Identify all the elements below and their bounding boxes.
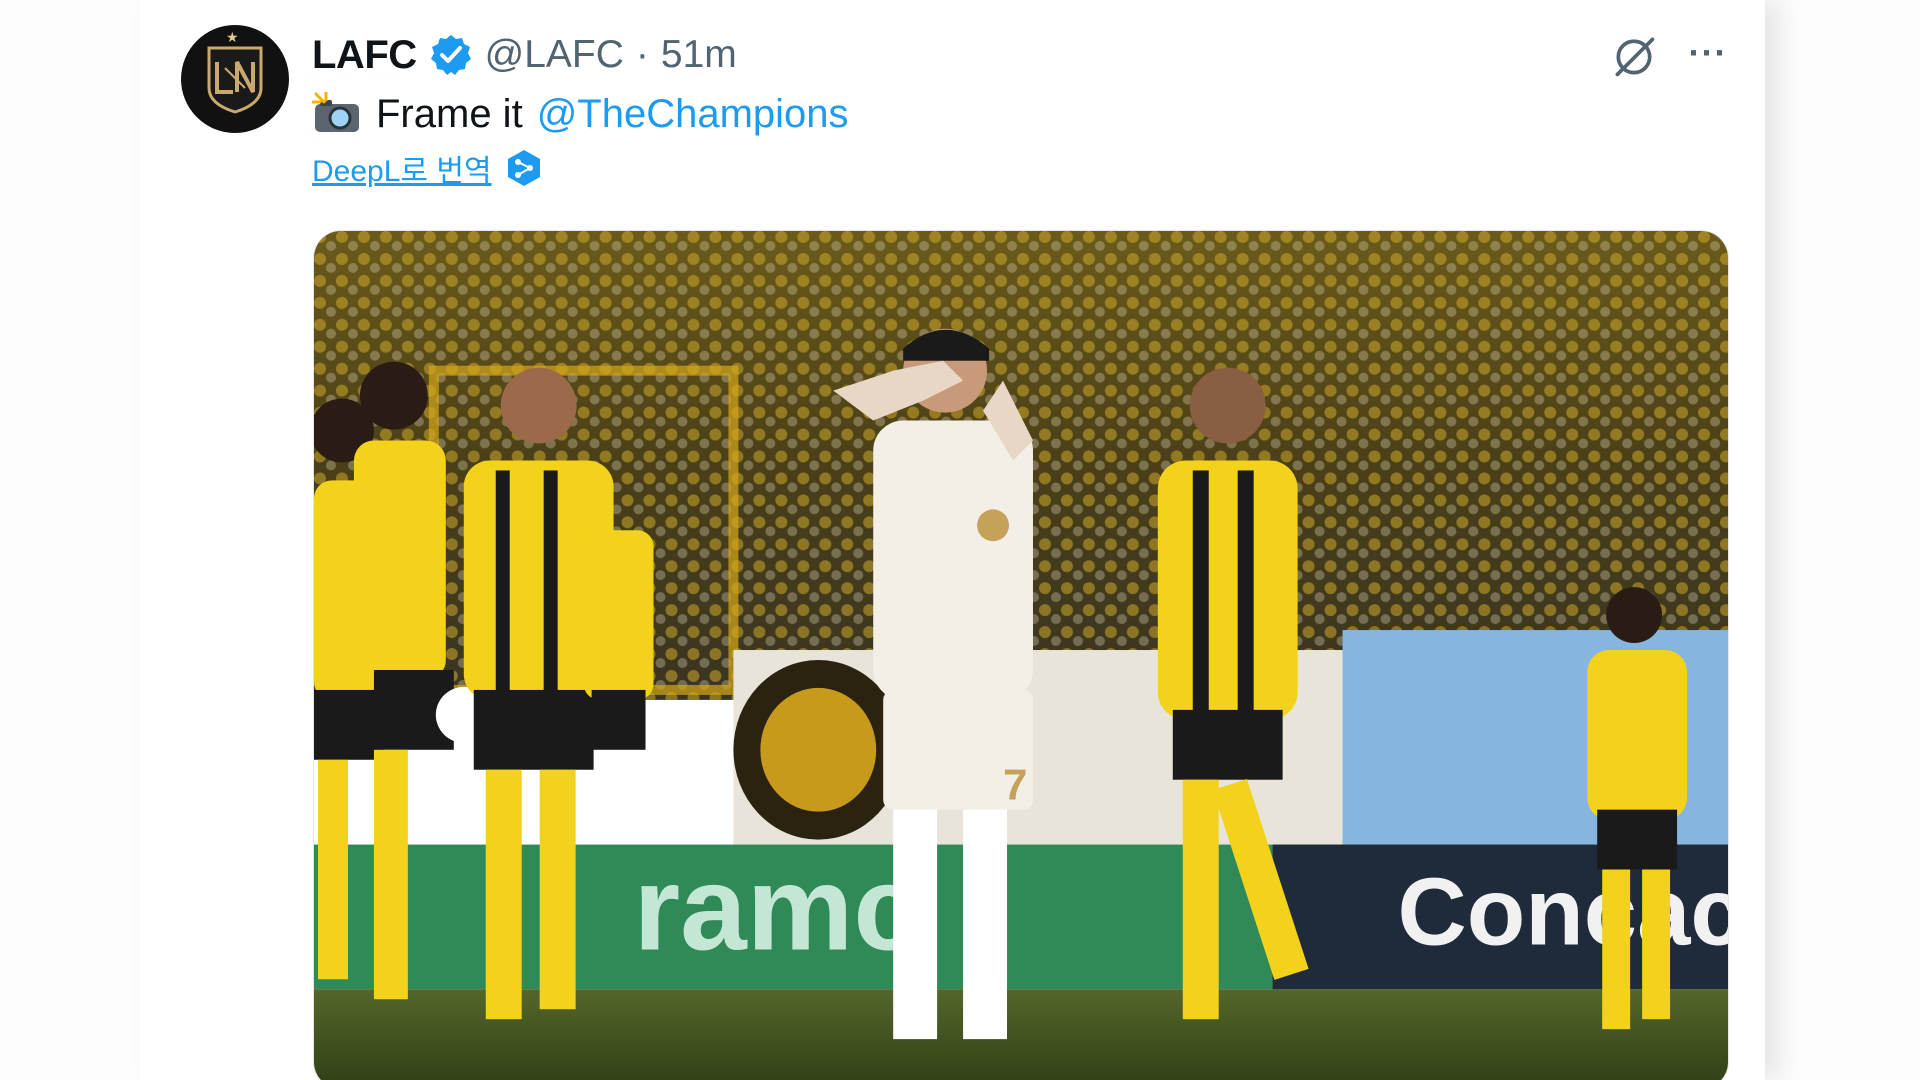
screen: ★ LAFC @LAFC · 51m ··· Frame it @TheCham… <box>0 0 1920 1080</box>
translate-link[interactable]: DeepL로 번역 <box>312 146 492 190</box>
away-player <box>583 530 654 750</box>
ad-board-left: ramc <box>634 842 920 975</box>
more-options-button[interactable]: ··· <box>1683 28 1733 78</box>
ad-board-right: Concac <box>1397 858 1728 965</box>
separator-dot: · <box>635 33 649 76</box>
mention-link[interactable]: @TheChampions <box>537 92 849 137</box>
tweet-body: Frame it <box>376 91 523 136</box>
star-icon: ★ <box>226 29 239 45</box>
handle[interactable]: @LAFC <box>485 33 624 77</box>
tweet-media-photo[interactable]: ramc Concac 7 <box>313 230 1729 1080</box>
camera-flash-emoji <box>312 92 359 132</box>
lafc-crest-icon <box>207 46 263 114</box>
tweet-text: Frame it @TheChampions <box>312 88 849 140</box>
timestamp[interactable]: 51m <box>661 33 737 77</box>
deepl-icon[interactable] <box>506 148 542 188</box>
jersey-number: 7 <box>1003 761 1027 810</box>
grok-icon <box>1615 37 1655 77</box>
match-photo: ramc Concac 7 <box>314 231 1728 1080</box>
verified-badge-icon <box>430 35 471 75</box>
display-name[interactable]: LAFC <box>312 33 417 78</box>
grok-button[interactable] <box>1608 30 1660 82</box>
translate-row: DeepL로 번역 <box>312 148 542 188</box>
tweet-header: LAFC @LAFC · 51m <box>312 30 737 80</box>
